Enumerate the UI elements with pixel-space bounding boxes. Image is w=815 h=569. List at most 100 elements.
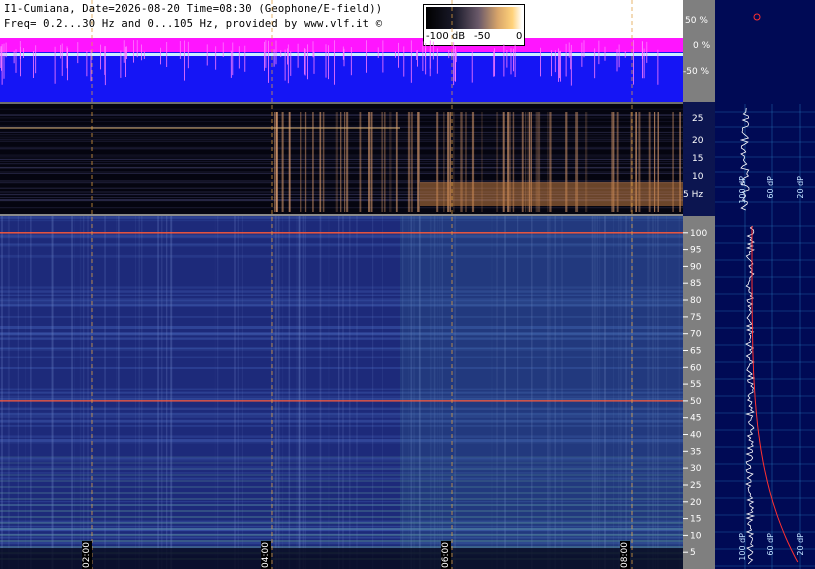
spectrogram-streak	[299, 216, 301, 569]
spectrogram-low-burst	[312, 112, 314, 212]
spectrogram-streak	[7, 216, 10, 569]
freq-tick-label: 15	[690, 515, 701, 525]
spectrogram-active-region	[400, 216, 683, 569]
spectrogram-low-burst	[381, 112, 383, 212]
freq-tick-label: 70	[690, 330, 702, 340]
spectrogram-streak	[382, 216, 383, 569]
spectrogram-low-burst	[274, 112, 275, 212]
spectrogram-streak	[274, 216, 277, 569]
spectrogram-streak	[104, 216, 106, 569]
spectrogram-low-texture	[0, 125, 683, 127]
spectrogram-low-texture	[0, 121, 683, 122]
spectrogram-bottom-band	[0, 548, 683, 569]
spectrogram-low-texture	[0, 108, 683, 110]
spectrogram-streak	[305, 216, 306, 569]
dp-label-top-100: 100 dP	[738, 176, 747, 204]
sidebar-indicator	[753, 13, 761, 21]
spectrogram-low-burst	[359, 112, 362, 212]
spectrogram-low-burst	[300, 112, 302, 212]
dp-label-bottom-20: 20 dP	[796, 533, 805, 556]
spectrogram-streak	[116, 216, 118, 569]
spectrogram-low-burst	[368, 112, 371, 212]
spectrogram-low-texture	[0, 160, 683, 162]
spectrogram-streak	[118, 216, 120, 569]
spectrogram-low-texture	[0, 138, 683, 140]
spectrogram-streak	[319, 216, 322, 569]
spectrogram-low-texture	[0, 134, 683, 136]
spectrogram-low-burst	[340, 112, 342, 212]
spectrogram-low-burst	[411, 112, 413, 212]
spectrogram-streak	[141, 216, 143, 569]
spectrogram-low-texture	[0, 114, 683, 116]
spectrogram-low-burst	[407, 112, 411, 212]
freq-tick-label: 20	[690, 498, 702, 508]
freq-tick-label: 90	[690, 262, 702, 272]
spectrogram-low-burst	[417, 112, 420, 212]
spectrogram-streak	[241, 216, 243, 569]
spectrogram-low-burst	[335, 112, 338, 212]
spectrogram-low-texture	[0, 163, 683, 165]
spectrogram-low-burst	[395, 112, 398, 212]
spectrogram-streak	[237, 216, 239, 569]
time-label-0600: 06:00	[441, 541, 451, 569]
time-label-0400: 04:00	[261, 541, 271, 569]
freq-tick-label: 5	[690, 548, 696, 558]
time-label-0200: 02:00	[82, 541, 92, 569]
spectrogram-streak	[166, 216, 168, 569]
spectrogram-low-burst	[275, 112, 278, 212]
spectrogram-low-texture	[0, 131, 683, 133]
freq-tick-label: 25	[690, 481, 701, 491]
spectrogram-streak	[73, 216, 75, 569]
spectrogram-low-texture	[0, 166, 683, 168]
spectrogram-streak	[83, 216, 84, 569]
spectrogram-streak	[328, 216, 330, 569]
spectrogram-streak	[79, 216, 82, 569]
spectrogram-low-texture	[0, 207, 683, 209]
spectrogram-streak	[356, 216, 358, 569]
spectrogram-streak	[157, 216, 159, 569]
freq-tick-label: 30	[690, 464, 702, 474]
freq-tick-label: 55	[690, 380, 701, 390]
spectrogram-streak	[372, 216, 374, 569]
sidebar-reference-curve	[751, 226, 799, 563]
spectrogram-low-burst	[320, 112, 321, 212]
spectrogram-low-texture	[0, 171, 683, 173]
spectrogram-streak	[277, 216, 280, 569]
spectrogram-low-texture	[0, 180, 683, 181]
freq-tick-label: 10	[690, 531, 702, 541]
spectrogram-low-texture	[0, 173, 683, 174]
vlf-monitor-root: 50 % 0 % -50 % I1-Cumiana, Date=2026-08-…	[0, 0, 815, 569]
dp-label-top-60: 60 dP	[766, 176, 775, 199]
spectrogram-low-burst	[322, 112, 325, 212]
spectrogram-streak	[234, 216, 236, 569]
spectrogram-streak	[288, 216, 291, 569]
spectrogram-streak	[17, 216, 19, 569]
spectrogram-streak	[52, 216, 54, 569]
spectrogram-low-texture	[0, 146, 683, 148]
spectrogram-streak	[1, 216, 3, 569]
spectrogram-streak	[25, 216, 27, 569]
spectrogram-streak	[138, 216, 141, 569]
freq-tick-label: 100	[690, 229, 707, 239]
spectrogram-low-texture	[0, 154, 683, 156]
chart-overlay: 100 95 90 85 80 75 70 65 60 55 50 45 40 35 30 25 20 15 10 5	[0, 0, 815, 569]
dp-label-bottom-60: 60 dP	[766, 533, 775, 556]
spectrogram-streak	[302, 216, 305, 569]
spectrogram-low-texture	[0, 117, 683, 119]
freq-tick-label: 75	[690, 313, 701, 323]
spectrogram-low-texture	[0, 159, 683, 160]
freq-tick-label: 65	[690, 347, 701, 357]
freq-tick-label: 85	[690, 279, 701, 289]
spectrogram-streak	[161, 216, 163, 569]
spectrogram-streak	[296, 216, 298, 569]
spectrogram-streak	[217, 216, 219, 569]
spectrogram-streak	[214, 216, 216, 569]
spectrogram-low-texture	[0, 148, 683, 150]
spectrogram-streak	[30, 216, 32, 569]
spectrogram-low-burst	[288, 112, 291, 212]
spectrogram-streak	[338, 216, 340, 569]
spectrogram-streak	[342, 216, 344, 569]
spectrogram-low-burst	[346, 112, 349, 212]
freq-tick-label: 80	[690, 296, 702, 306]
dp-label-top-20: 20 dP	[796, 176, 805, 199]
